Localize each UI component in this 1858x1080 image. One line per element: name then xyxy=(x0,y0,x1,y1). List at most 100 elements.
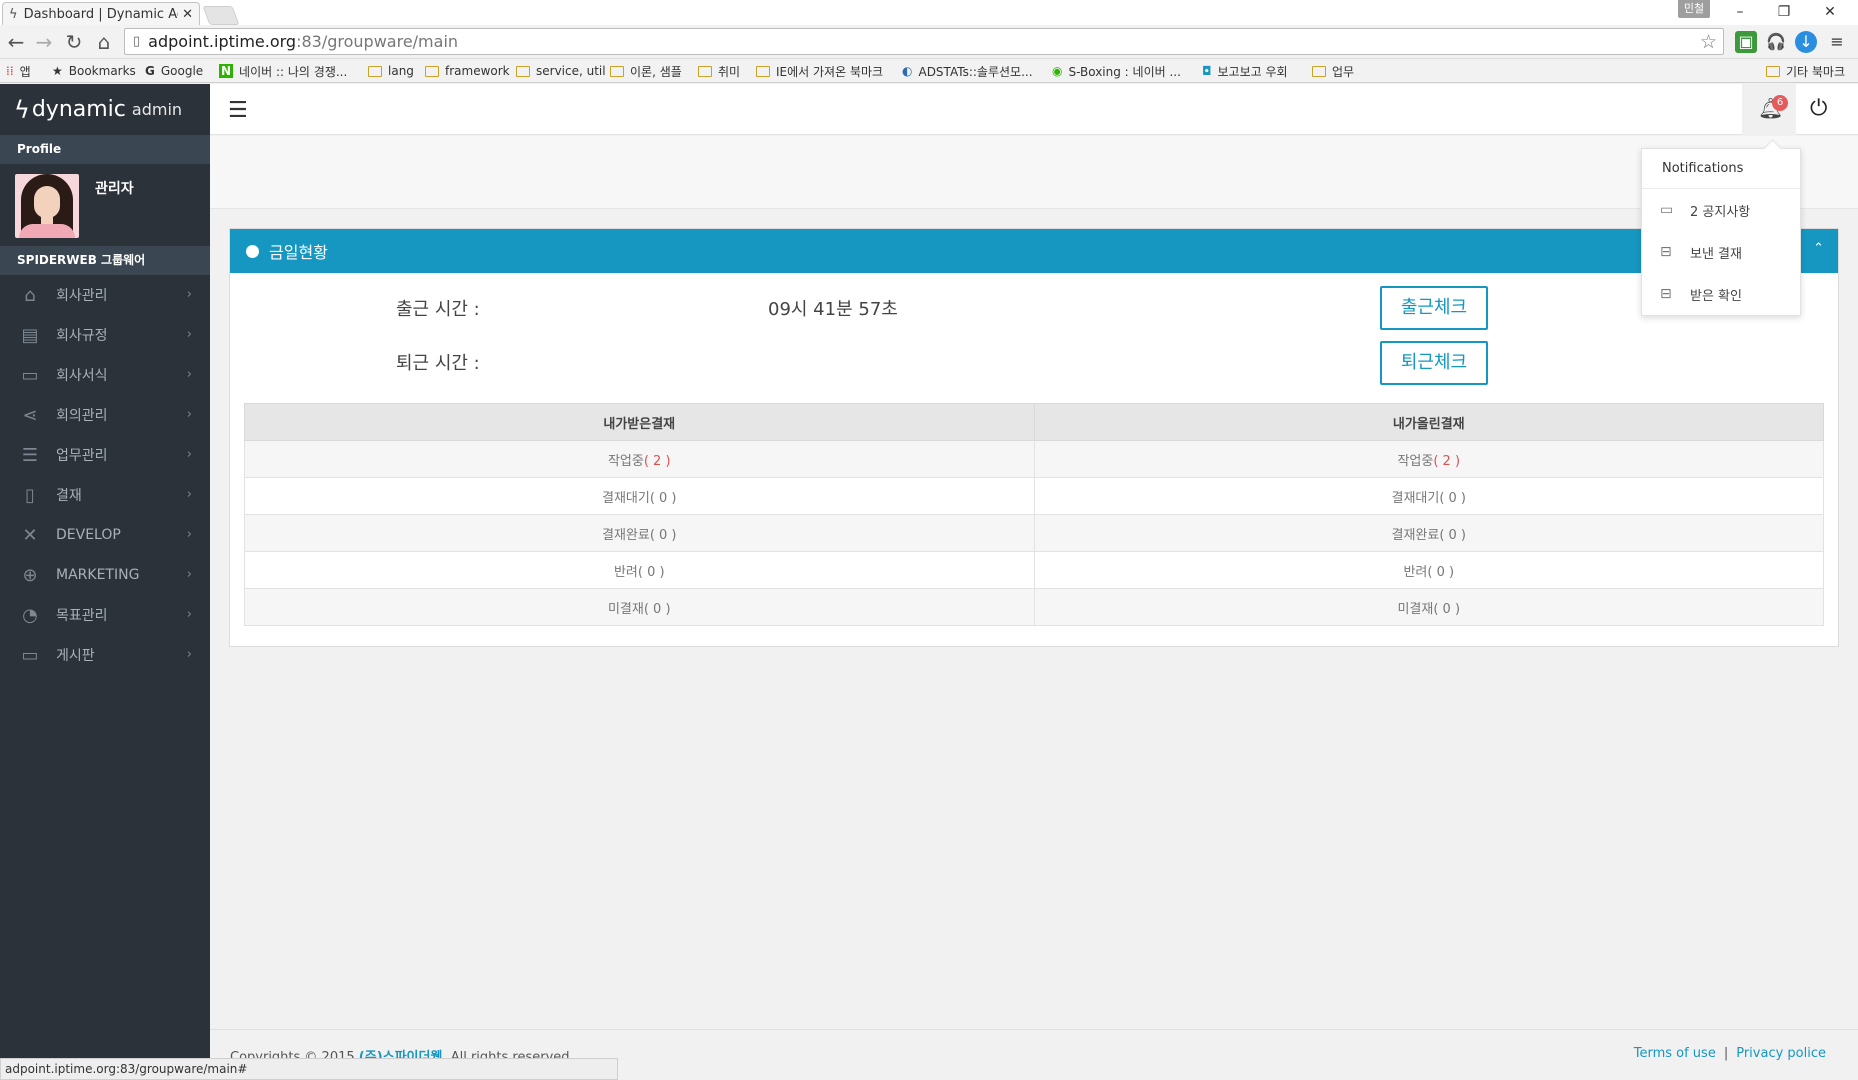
power-icon[interactable]: ⏻ xyxy=(1810,96,1827,121)
restore-icon[interactable]: ❐ xyxy=(1764,0,1804,25)
checkout-button[interactable]: 퇴근체크 xyxy=(1380,341,1488,385)
logo-subtext: admin xyxy=(131,100,183,119)
bookmark-work[interactable]: 업무 xyxy=(1312,62,1354,80)
table-cell[interactable]: 작업중( 2 ) xyxy=(244,440,1035,478)
sidebar-item-goals[interactable]: ◔ 목표관리 › xyxy=(0,595,210,635)
bookmark-label: 취미 xyxy=(718,64,741,79)
privacy-policy-link[interactable]: Privacy police xyxy=(1736,1046,1826,1061)
chevron-right-icon: › xyxy=(186,287,192,302)
bookmark-framework[interactable]: framework xyxy=(425,62,510,80)
bookmark-lang[interactable]: lang xyxy=(368,62,414,80)
back-arrow-icon[interactable]: ← xyxy=(4,29,28,55)
sidebar-item-label: 목표관리 xyxy=(56,608,108,624)
chevron-right-icon: › xyxy=(186,447,192,462)
table-row: 미결재( 0 ) 미결재( 0 ) xyxy=(244,588,1824,626)
bookmark-theory-sample[interactable]: 이론, 샘플 xyxy=(610,62,682,80)
bookmark-sboxing[interactable]: ◉ S-Boxing : 네이버 ... xyxy=(1052,62,1181,80)
hamburger-menu-icon[interactable]: ☰ xyxy=(228,98,248,123)
address-bar[interactable]: ▯ adpoint.iptime.org:83/groupware/main ☆ xyxy=(124,28,1724,55)
column-header-sent: 내가올린결재 xyxy=(1033,403,1824,441)
sidebar-item-approval[interactable]: ▯ 결재 › xyxy=(0,475,210,515)
panel-title: 금일현황 xyxy=(269,243,328,262)
minimize-icon[interactable]: – xyxy=(1720,0,1760,25)
sidebar-item-board[interactable]: ▭ 게시판 › xyxy=(0,635,210,675)
status-count: ( 0 ) xyxy=(637,564,665,580)
checkin-button[interactable]: 출근체크 xyxy=(1380,286,1488,330)
bookmark-star-icon[interactable]: ☆ xyxy=(1700,31,1717,53)
inbox-icon: ⊟ xyxy=(1660,244,1672,260)
sidebar-item-company-management[interactable]: ⌂ 회사관리 › xyxy=(0,275,210,315)
adstat-icon: ◐ xyxy=(902,64,913,78)
chevron-right-icon: › xyxy=(186,487,192,502)
footer-separator: | xyxy=(1723,1046,1729,1061)
chrome-menu-icon[interactable]: ≡ xyxy=(1826,31,1848,53)
table-cell[interactable]: 반려( 0 ) xyxy=(1033,551,1824,589)
chevron-right-icon: › xyxy=(186,647,192,662)
clipboard-icon: ▯ xyxy=(25,484,35,506)
forward-arrow-icon[interactable]: → xyxy=(32,29,56,55)
reload-icon[interactable]: ↻ xyxy=(62,29,86,55)
collapse-chevron-up-icon[interactable]: ⌃ xyxy=(1813,241,1824,256)
notification-item-sent-approval[interactable]: ⊟ 보낸 결재 xyxy=(1642,231,1800,273)
sidebar-item-meetings[interactable]: ⋖ 회의관리 › xyxy=(0,395,210,435)
home-icon[interactable]: ⌂ xyxy=(92,29,116,55)
bookmark-google[interactable]: G Google xyxy=(145,62,203,80)
sidebar-item-develop[interactable]: ✕ DEVELOP › xyxy=(0,515,210,555)
bookmark-hobby[interactable]: 취미 xyxy=(698,62,740,80)
table-cell[interactable]: 결재완료( 0 ) xyxy=(244,514,1035,552)
bookmark-adstats[interactable]: ◐ ADSTATs::솔루션모... xyxy=(902,62,1033,80)
notification-item-received-confirm[interactable]: ⊟ 받은 확인 xyxy=(1642,273,1800,315)
sidebar-item-company-rules[interactable]: ▤ 회사규정 › xyxy=(0,315,210,355)
page-icon: ▯ xyxy=(133,34,141,49)
notification-item-notice[interactable]: ▭ 2 공지사항 xyxy=(1642,189,1800,231)
naver-icon: N xyxy=(219,64,234,78)
avatar[interactable] xyxy=(15,174,79,238)
bookmark-label: 기타 북마크 xyxy=(1786,64,1846,79)
table-cell[interactable]: 미결재( 0 ) xyxy=(244,588,1035,626)
bookmark-bookmarks[interactable]: ★ Bookmarks xyxy=(52,62,136,80)
sidebar-item-company-forms[interactable]: ▭ 회사서식 › xyxy=(0,355,210,395)
bookmark-label: framework xyxy=(445,64,510,78)
table-cell[interactable]: 결재대기( 0 ) xyxy=(1033,477,1824,515)
new-tab-button[interactable] xyxy=(202,6,240,25)
table-cell[interactable]: 작업중( 2 ) xyxy=(1033,440,1824,478)
extension-green-icon[interactable]: ▣ xyxy=(1735,31,1757,53)
close-window-icon[interactable]: ✕ xyxy=(1810,0,1850,25)
sidebar-item-tasks[interactable]: ☰ 업무관리 › xyxy=(0,435,210,475)
column-header-received: 내가받은결재 xyxy=(244,403,1035,441)
table-cell[interactable]: 결재대기( 0 ) xyxy=(244,477,1035,515)
table-cell[interactable]: 결재완료( 0 ) xyxy=(1033,514,1824,552)
bookmark-ie-imported[interactable]: IE에서 가져온 북마크 xyxy=(756,62,883,80)
notifications-dropdown: Notifications ▭ 2 공지사항 ⊟ 보낸 결재 ⊟ 받은 확인 xyxy=(1641,148,1801,316)
bookmark-bogo[interactable]: ◘ 보고보고 우회 xyxy=(1202,62,1288,80)
notifications-button[interactable]: 🔔︎ 6 xyxy=(1742,84,1796,135)
profile-user-badge[interactable]: 민철 xyxy=(1678,0,1710,18)
table-cell[interactable]: 반려( 0 ) xyxy=(244,551,1035,589)
status-label: 결재대기 xyxy=(1391,490,1440,506)
tab-close-icon[interactable]: ✕ xyxy=(182,7,193,22)
google-icon: G xyxy=(145,64,155,78)
chevron-right-icon: › xyxy=(186,567,192,582)
database-icon: ☰ xyxy=(21,444,39,466)
status-bar-url: adpoint.iptime.org:83/groupware/main# xyxy=(0,1058,618,1080)
bookmark-naver[interactable]: N 네이버 :: 나의 경쟁... xyxy=(219,62,347,80)
bookmark-label: 이론, 샘플 xyxy=(630,64,682,79)
table-cell[interactable]: 미결재( 0 ) xyxy=(1033,588,1824,626)
terms-of-use-link[interactable]: Terms of use xyxy=(1634,1046,1716,1061)
app-logo[interactable]: ϟ dynamic admin xyxy=(0,84,210,135)
bookmark-label: 네이버 :: 나의 경쟁... xyxy=(239,64,348,79)
status-label: 결재완료 xyxy=(1391,527,1440,543)
bookmark-apps[interactable]: ⁞⁞ 앱 xyxy=(6,62,31,80)
browser-tab[interactable]: ϟ Dashboard | Dynamic Ad ✕ xyxy=(2,2,200,25)
sidebar-item-marketing[interactable]: ⊕ MARKETING › xyxy=(0,555,210,595)
home-icon: ⌂ xyxy=(24,284,36,306)
table-row: 결재대기( 0 ) 결재대기( 0 ) xyxy=(244,477,1824,515)
bookmark-service-util[interactable]: service, util xyxy=(516,62,606,80)
chevron-right-icon: › xyxy=(186,527,192,542)
headphones-icon[interactable]: 🎧 xyxy=(1765,31,1787,53)
download-icon[interactable]: ↓ xyxy=(1795,31,1817,53)
bookmark-label: IE에서 가져온 북마크 xyxy=(776,64,884,79)
bookmark-other[interactable]: 기타 북마크 xyxy=(1766,62,1845,80)
notification-label: 받은 확인 xyxy=(1690,288,1742,304)
share-icon: ⋖ xyxy=(22,404,38,426)
